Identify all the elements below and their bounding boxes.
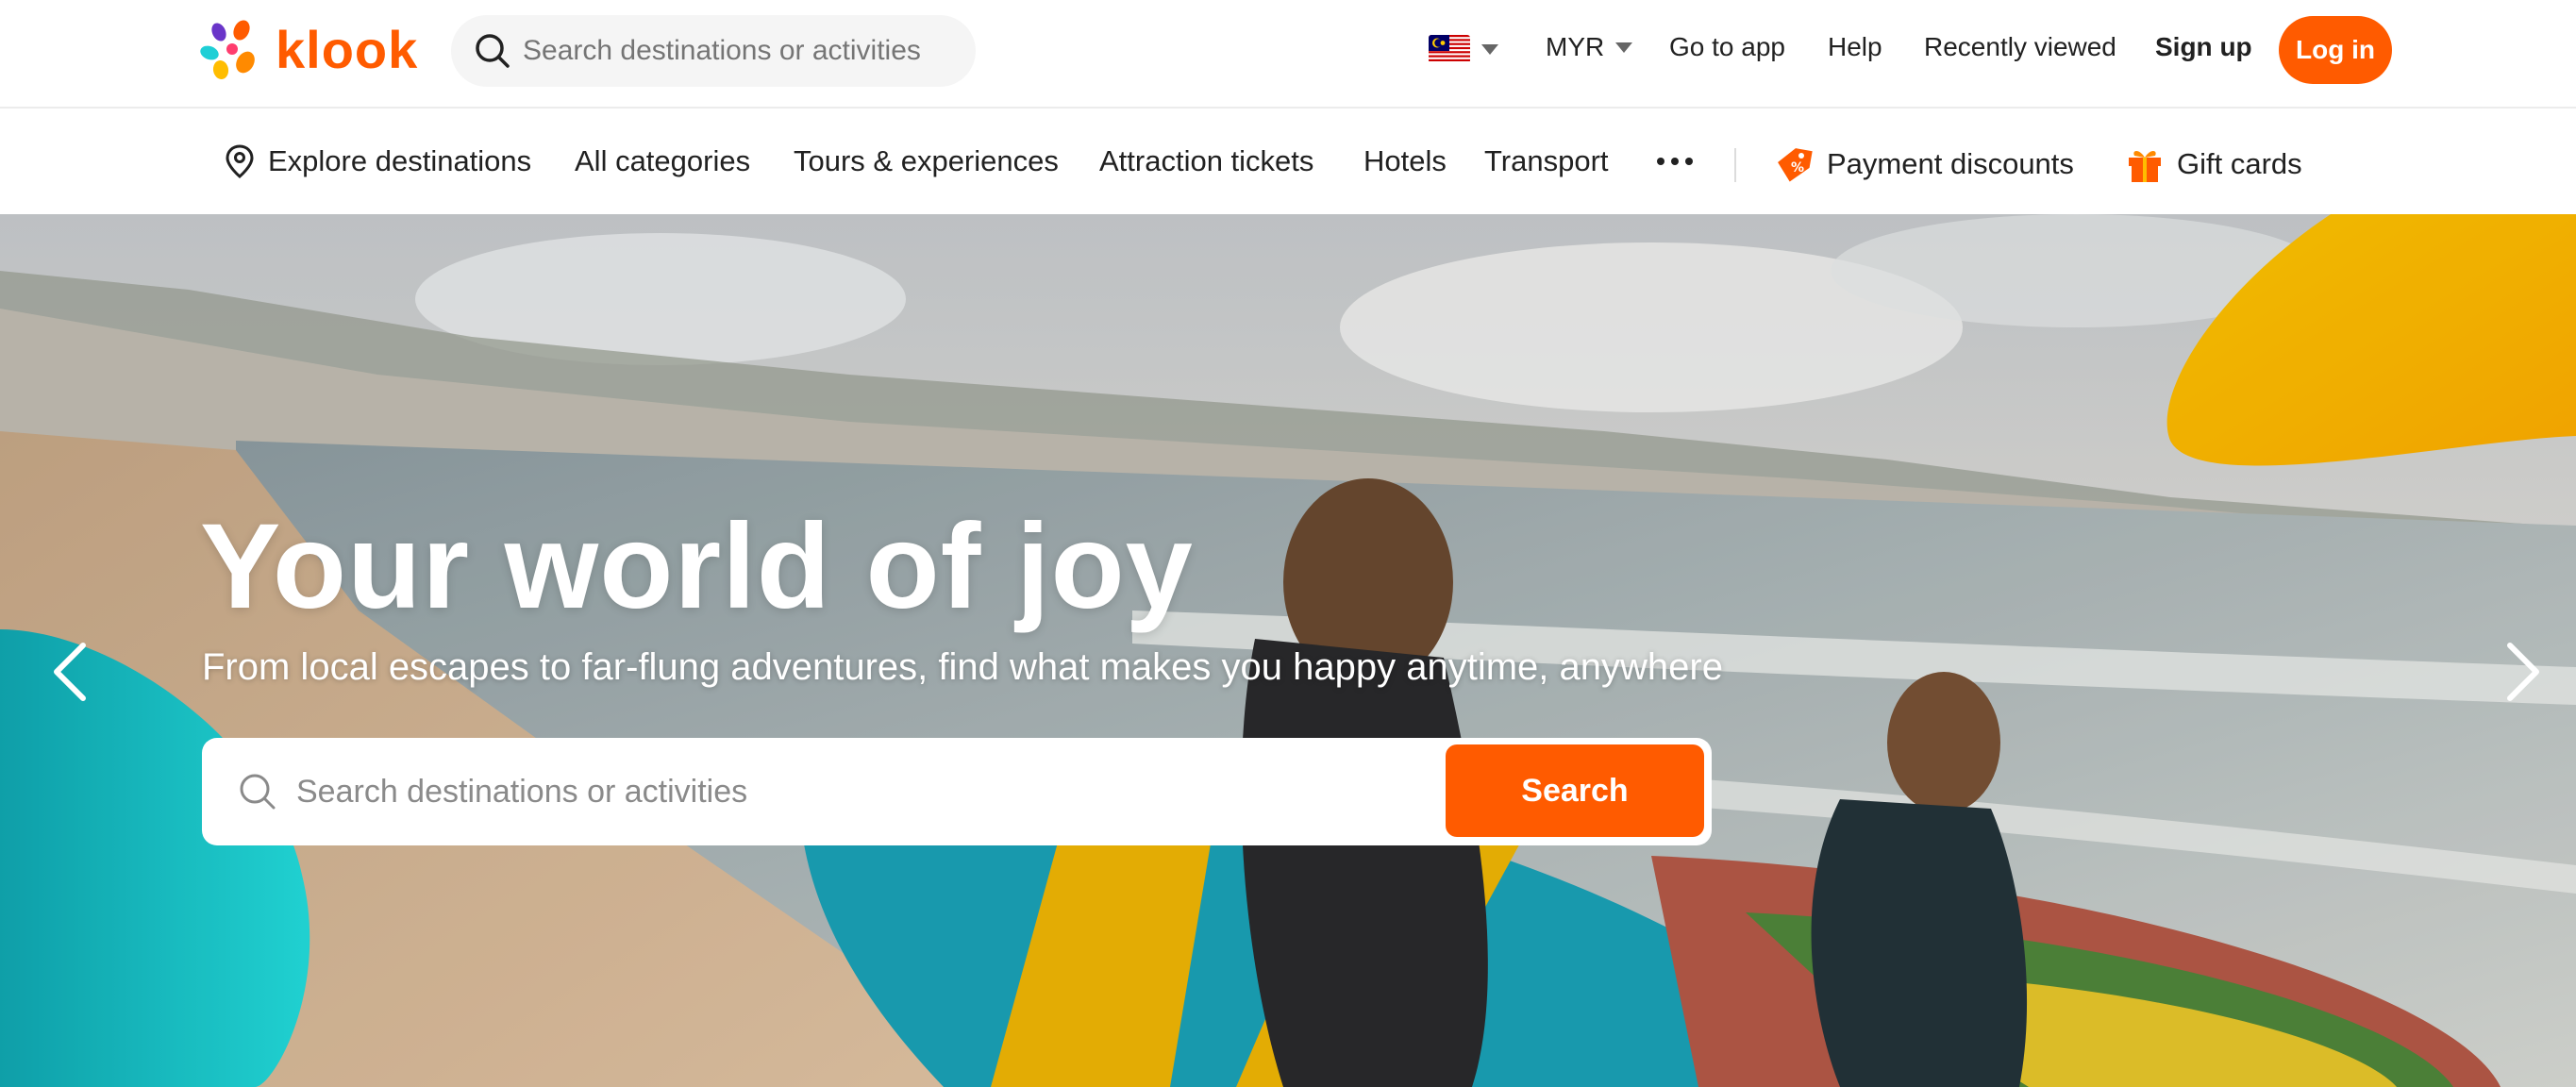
search-icon [240,774,276,810]
hero-banner: Your world of joy From local escapes to … [0,214,2576,1087]
nav-explore-destinations[interactable]: Explore destinations [225,144,531,178]
nav-gift-cards[interactable]: Gift cards [2126,144,2302,184]
search-icon [476,34,510,68]
nav-explore-label: Explore destinations [268,144,532,177]
carousel-prev-arrow[interactable] [42,629,98,714]
gift-box-icon [2129,151,2161,182]
klook-logo-icon [200,20,255,79]
nav-payment-discounts[interactable]: % Payment discounts [1774,144,2074,184]
svg-text:%: % [1791,160,1804,176]
chevron-down-icon [1615,42,1633,53]
log-in-button[interactable]: Log in [2279,16,2392,84]
nav-transport[interactable]: Transport [1484,144,1609,178]
carousel-next-arrow[interactable] [2495,629,2551,714]
chevron-right-icon [2507,643,2539,701]
hero-search-button[interactable]: Search [1446,744,1704,837]
category-nav: Explore destinations All categories Tour… [0,110,2576,214]
recently-viewed-link[interactable]: Recently viewed [1924,32,2116,62]
currency-label: MYR [1546,32,1605,61]
brand-name: klook [276,20,419,79]
language-selector[interactable] [1429,35,1498,63]
nav-tours-experiences[interactable]: Tours & experiences [794,144,1059,178]
top-header: klook MYR Go to app Help Recentl [0,0,2576,109]
header-search-input[interactable] [523,35,938,67]
hero-search-input[interactable] [296,766,1598,817]
nav-divider [1734,148,1736,182]
sign-up-link[interactable]: Sign up [2155,32,2252,62]
header-search-field[interactable] [451,15,976,87]
chevron-left-icon [54,643,86,701]
hero-title: Your world of joy [200,499,1194,634]
help-link[interactable]: Help [1828,32,1882,62]
location-pin-icon [226,144,254,178]
hero-search-box: Search [202,738,1712,845]
nav-payment-discounts-label: Payment discounts [1827,147,2074,180]
hero-subtitle: From local escapes to far-flung adventur… [202,646,1723,688]
nav-gift-cards-label: Gift cards [2177,147,2302,180]
klook-logo[interactable]: klook [200,19,418,81]
go-to-app-link[interactable]: Go to app [1669,32,1785,62]
malaysia-flag-icon [1429,35,1470,63]
nav-hotels[interactable]: Hotels [1363,144,1447,178]
discount-tag-icon: % [1778,148,1813,182]
currency-selector[interactable]: MYR [1546,32,1633,62]
nav-all-categories[interactable]: All categories [575,144,750,178]
chevron-down-icon [1481,43,1498,55]
more-menu-icon[interactable] [1657,158,1693,165]
nav-attraction-tickets[interactable]: Attraction tickets [1099,144,1313,178]
